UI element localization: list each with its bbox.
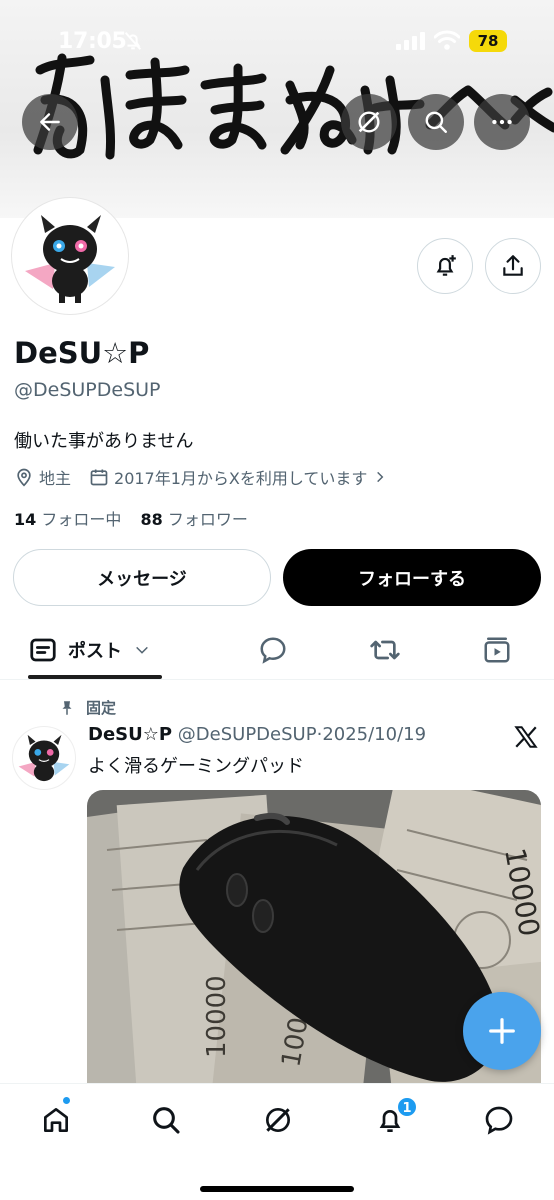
grok-icon xyxy=(358,111,380,133)
following-label: フォロー中 xyxy=(41,510,122,529)
more-horizontal-icon xyxy=(492,119,512,125)
wifi-icon xyxy=(434,30,460,50)
battery-indicator: 78 xyxy=(469,30,507,52)
pinned-indicator: 固定 xyxy=(58,697,116,718)
post-author-handle[interactable]: @DeSUPDeSUP xyxy=(178,724,317,745)
banknote-text: 10000 xyxy=(202,975,232,1058)
tab-reposts[interactable] xyxy=(368,633,402,667)
tab-replies[interactable] xyxy=(256,633,290,667)
location-pin-icon xyxy=(17,468,31,487)
search-icon xyxy=(425,111,447,133)
more-button[interactable] xyxy=(474,94,530,150)
post-author-name[interactable]: DeSU☆P xyxy=(88,724,172,745)
profile-name: DeSU☆P xyxy=(14,336,150,370)
nav-home[interactable] xyxy=(36,1100,76,1140)
share-icon xyxy=(503,255,523,276)
devil-avatar-image xyxy=(18,734,70,782)
home-indicator xyxy=(200,1186,354,1192)
nav-messages[interactable] xyxy=(479,1100,519,1140)
status-time: 17:05 xyxy=(58,29,127,54)
nav-grok[interactable] xyxy=(258,1100,298,1140)
back-button[interactable] xyxy=(22,94,78,150)
follow-button[interactable]: フォローする xyxy=(283,549,541,606)
x-logo-icon xyxy=(514,726,538,748)
compose-post-button[interactable] xyxy=(463,992,541,1070)
following-link[interactable]: 14 フォロー中 xyxy=(14,510,121,529)
search-button[interactable] xyxy=(408,94,464,150)
video-icon xyxy=(484,637,510,663)
location-text: 地主 xyxy=(39,469,72,488)
followers-count: 88 xyxy=(140,510,163,529)
joined-item[interactable]: 2017年1月からXを利用しています xyxy=(89,465,387,489)
profile-tabs: ポスト xyxy=(0,620,554,680)
followers-link[interactable]: 88 フォロワー xyxy=(140,510,247,529)
bell-plus-icon xyxy=(436,255,456,276)
tab-media[interactable] xyxy=(480,633,514,667)
pinned-label: 固定 xyxy=(86,699,117,717)
chevron-right-icon xyxy=(377,471,384,483)
plus-icon xyxy=(489,1018,515,1044)
tab-posts[interactable]: ポスト xyxy=(28,620,162,680)
grok-button[interactable] xyxy=(341,94,397,150)
profile-handle: @DeSUPDeSUP xyxy=(14,379,161,401)
joined-text: 2017年1月からXを利用しています xyxy=(114,469,368,488)
bell-off-icon xyxy=(124,32,142,50)
message-button[interactable]: メッセージ xyxy=(13,549,271,606)
profile-meta: 地主 2017年1月からXを利用しています xyxy=(14,465,387,489)
post-tab-icon xyxy=(30,638,56,662)
post-date[interactable]: 2025/10/19 xyxy=(322,724,426,745)
calendar-icon xyxy=(90,469,108,486)
devil-avatar-image xyxy=(25,215,115,303)
arrow-left-icon xyxy=(40,113,60,131)
home-unread-dot xyxy=(62,1096,71,1105)
share-button[interactable] xyxy=(485,238,541,294)
profile-banner[interactable]: 17:05 78 xyxy=(0,0,554,218)
grok-icon xyxy=(266,1108,290,1132)
post-author-avatar[interactable] xyxy=(12,726,76,790)
bottom-navigation: 1 xyxy=(0,1083,554,1200)
notify-button[interactable] xyxy=(417,238,473,294)
follow-counts: 14 フォロー中 88 フォロワー xyxy=(14,506,248,530)
status-bar: 17:05 78 xyxy=(0,0,554,80)
post-header: DeSU☆P @DeSUPDeSUP·2025/10/19 xyxy=(88,724,426,745)
nav-search[interactable] xyxy=(146,1100,186,1140)
post-text: よく滑るゲーミングパッド xyxy=(88,756,304,777)
location-item: 地主 xyxy=(14,465,71,489)
tab-posts-label: ポスト xyxy=(68,641,122,662)
chevron-down-icon xyxy=(136,646,148,654)
search-icon xyxy=(153,1107,180,1134)
profile-bio: 働いた事がありません xyxy=(14,431,194,452)
profile-avatar[interactable] xyxy=(12,198,128,314)
notification-count-badge: 1 xyxy=(396,1096,418,1118)
repost-icon xyxy=(370,640,400,660)
pin-icon xyxy=(62,700,72,715)
reply-icon xyxy=(260,637,286,664)
following-count: 14 xyxy=(14,510,37,529)
active-tab-indicator xyxy=(28,675,162,679)
followers-label: フォロワー xyxy=(167,510,248,529)
home-icon xyxy=(44,1108,68,1132)
chat-bubble-icon xyxy=(485,1106,513,1135)
cellular-signal-icon xyxy=(396,32,425,50)
